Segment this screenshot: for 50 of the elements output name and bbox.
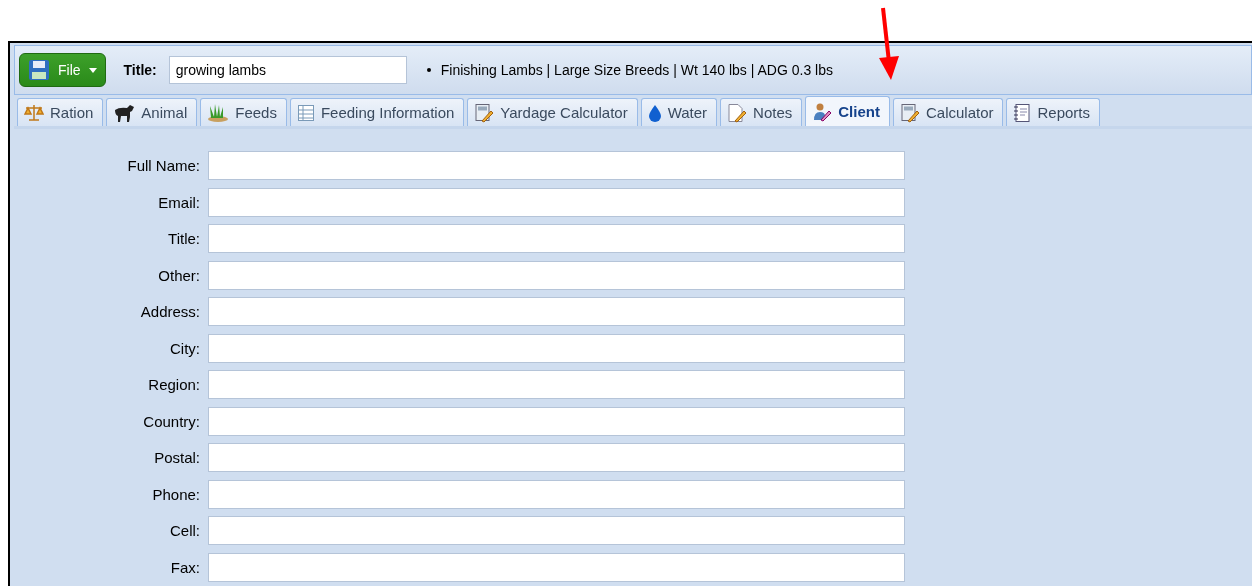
field-label: Country: xyxy=(143,412,200,430)
title-label: Title: xyxy=(123,62,157,78)
field-label: Region: xyxy=(148,376,200,393)
tab[interactable]: Calculator xyxy=(892,98,1004,126)
field-label: Phone: xyxy=(152,485,200,503)
input-field[interactable] xyxy=(208,333,905,363)
tab[interactable]: Feeding Information xyxy=(289,98,465,126)
input-field[interactable] xyxy=(208,406,905,436)
field-label: Postal: xyxy=(154,449,200,466)
field-label: Other: xyxy=(158,266,200,284)
field-label: Fax: xyxy=(170,558,200,576)
calculator-pencil-icon xyxy=(899,102,920,123)
field-label: Email: xyxy=(158,193,200,211)
field-label: Full Name: xyxy=(127,157,200,174)
calculator-pencil-icon xyxy=(474,102,495,123)
input-field[interactable] xyxy=(208,224,905,253)
annotation-arrow-icon xyxy=(876,6,900,80)
input-field[interactable] xyxy=(208,443,905,472)
table-icon xyxy=(296,103,315,122)
notebook-icon xyxy=(1013,102,1032,123)
input-field[interactable] xyxy=(208,260,905,290)
title-field[interactable]: growing lambs xyxy=(168,56,407,84)
tab[interactable]: Animal xyxy=(106,98,198,126)
field-label: Cell: xyxy=(170,522,200,539)
tab[interactable]: Client xyxy=(805,96,890,126)
caret-icon xyxy=(88,67,97,73)
file-button[interactable]: File xyxy=(19,53,106,87)
sheep-icon xyxy=(113,102,136,123)
field-label: Title: xyxy=(168,230,200,247)
bullet-icon xyxy=(426,68,431,72)
tab[interactable]: Water xyxy=(640,98,718,126)
water-drop-icon xyxy=(647,103,662,122)
ration-summary: Finishing Lambs | Large Size Breeds | Wt 140 lbs | ADG 0.3 lbs xyxy=(440,62,833,78)
scale-icon xyxy=(24,103,44,122)
input-field[interactable] xyxy=(208,516,905,545)
input-field[interactable] xyxy=(208,479,905,509)
tab[interactable]: Yardage Calculator xyxy=(467,98,638,126)
input-field[interactable] xyxy=(208,370,905,399)
field-label: City: xyxy=(170,339,200,357)
tab[interactable]: Reports xyxy=(1006,98,1100,126)
input-field[interactable] xyxy=(208,297,905,326)
tab[interactable]: Feeds xyxy=(200,98,287,126)
input-field[interactable] xyxy=(208,552,905,582)
field-label: Address: xyxy=(140,303,200,320)
note-pencil-icon xyxy=(727,102,748,123)
tab[interactable]: Notes xyxy=(720,98,803,126)
input-field[interactable] xyxy=(208,187,905,217)
tab[interactable]: Ration xyxy=(17,98,104,126)
input-field[interactable] xyxy=(208,151,905,180)
person-pencil-icon xyxy=(812,101,833,122)
